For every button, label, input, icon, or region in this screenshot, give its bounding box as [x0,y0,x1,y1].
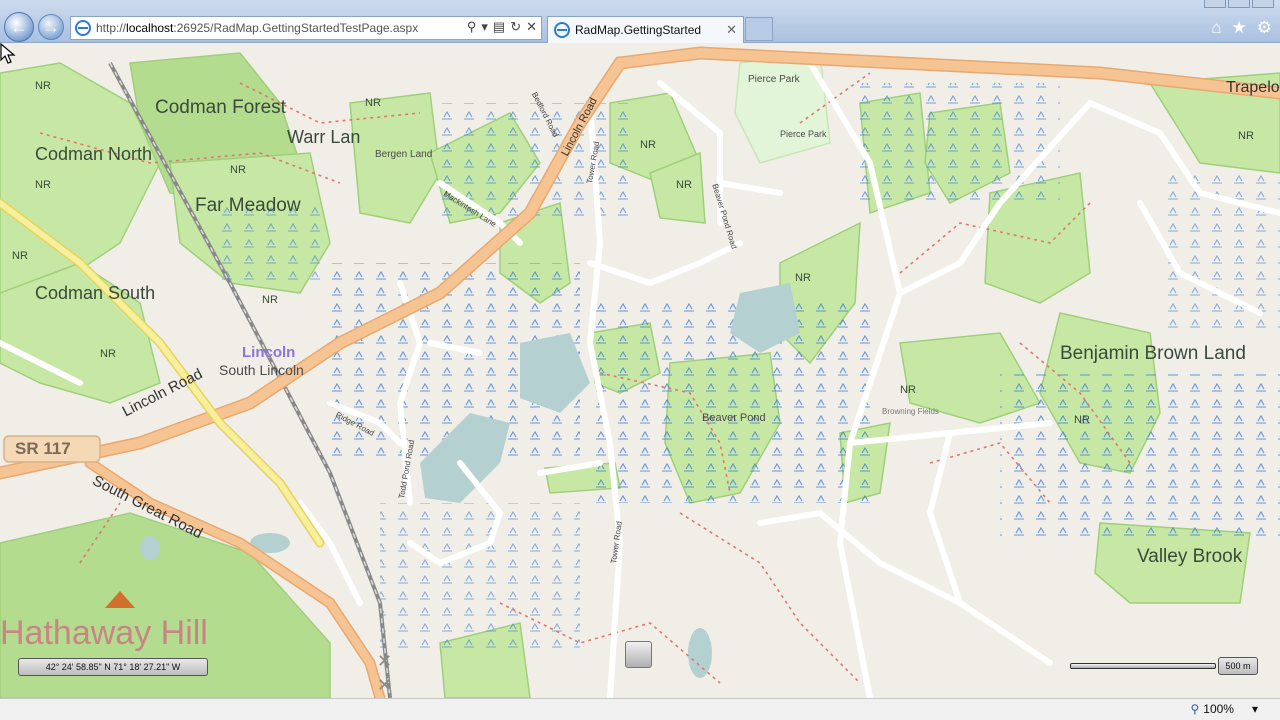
close-window-button[interactable] [1252,0,1274,8]
address-host: localhost [126,21,174,35]
ie-page-icon [75,20,91,36]
new-tab-button[interactable] [745,17,773,41]
address-path: :26925/RadMap.GettingStartedTestPage.asp… [173,21,419,35]
home-icon[interactable]: ⌂ [1211,18,1221,38]
label-warr-land: Warr Lan [287,127,361,147]
close-icon[interactable]: ✕ [377,651,392,672]
nr-marker: NR [12,250,28,262]
forward-button[interactable]: → [38,14,64,40]
window-controls [1204,0,1274,8]
refresh-icon[interactable]: ↻ [510,19,521,35]
tab-radmap[interactable]: RadMap.GettingStarted ✕ [547,16,744,43]
ie-tab-icon [554,22,570,38]
label-sr117: SR 117 [15,439,71,458]
maximize-button[interactable] [1228,0,1250,8]
nr-marker: NR [100,348,116,360]
star-icon[interactable]: ★ [1232,18,1247,38]
nr-marker: NR [1238,130,1254,142]
nr-marker: NR [262,294,278,306]
arrow-left-icon: ← [10,16,28,37]
search-icon[interactable]: ⚲ [467,19,477,35]
tab-title: RadMap.GettingStarted [575,23,702,37]
zoom-level: 100% [1203,702,1234,716]
dropdown-icon[interactable]: ▾ [481,19,488,35]
label-benjamin-brown-land: Benjamin Brown Land [1060,343,1246,364]
nr-marker: NR [795,272,811,284]
nr-marker: NR [365,97,381,109]
scale-bar [1070,663,1216,669]
nr-marker: NR [230,164,246,176]
nr-marker: NR [900,384,916,396]
label-pierce-park: Pierce Park [748,74,800,85]
arrow-right-icon: → [42,16,60,37]
chevron-down-icon[interactable]: ▾ [1252,702,1258,716]
map-navigation-control[interactable] [625,641,652,668]
browser-toolbar: ← → http:// localhost :26925/RadMap.Gett… [0,0,1280,43]
label-trapelo: Trapelo [1226,79,1280,96]
minimize-button[interactable] [1204,0,1226,8]
label-south-lincoln: South Lincoln [219,362,304,378]
label-hathaway-hill: Hathaway Hill [0,614,208,652]
label-browning-fields: Browning Fields [882,407,939,416]
coordinates-readout: 42° 24' 58.85" N 71° 18' 27.21" W [18,658,208,676]
gear-icon[interactable]: ⚙ [1257,18,1272,38]
nr-marker: NR [35,80,51,92]
label-bergen-land: Bergen Land [375,149,433,160]
scale-label: 500 m [1218,657,1258,675]
back-button[interactable]: ← [4,12,34,42]
tab-close-icon[interactable]: ✕ [726,22,737,38]
label-lincoln: Lincoln [242,344,296,361]
zoom-control[interactable]: ⚲ 100% ▾ [1190,702,1258,716]
compat-view-icon[interactable]: ▤ [493,19,505,35]
address-protocol: http:// [96,21,127,35]
radmap-map[interactable]: Codman Forest Codman North Far Meadow Co… [0,43,1280,698]
close-icon[interactable]: ✕ [377,675,392,696]
label-codman-south: Codman South [35,283,156,303]
nr-marker: NR [640,139,656,151]
mouse-cursor-icon [0,43,16,64]
label-pierce-park-2: Pierce Park [780,129,827,139]
zoom-icon: ⚲ [1190,702,1200,716]
nr-marker: NR [1074,414,1090,426]
label-codman-forest: Codman Forest [155,97,286,118]
status-bar: ⚲ 100% ▾ [0,698,1280,720]
label-far-meadow: Far Meadow [195,195,301,216]
label-beaver-pond: Beaver Pond [702,412,766,424]
nr-marker: NR [676,179,692,191]
stop-icon[interactable]: ✕ [526,19,537,35]
address-bar[interactable]: http:// localhost :26925/RadMap.GettingS… [70,16,542,40]
label-codman-north: Codman North [35,144,153,164]
nr-marker: NR [35,179,51,191]
label-valley-brook: Valley Brook [1137,546,1243,567]
